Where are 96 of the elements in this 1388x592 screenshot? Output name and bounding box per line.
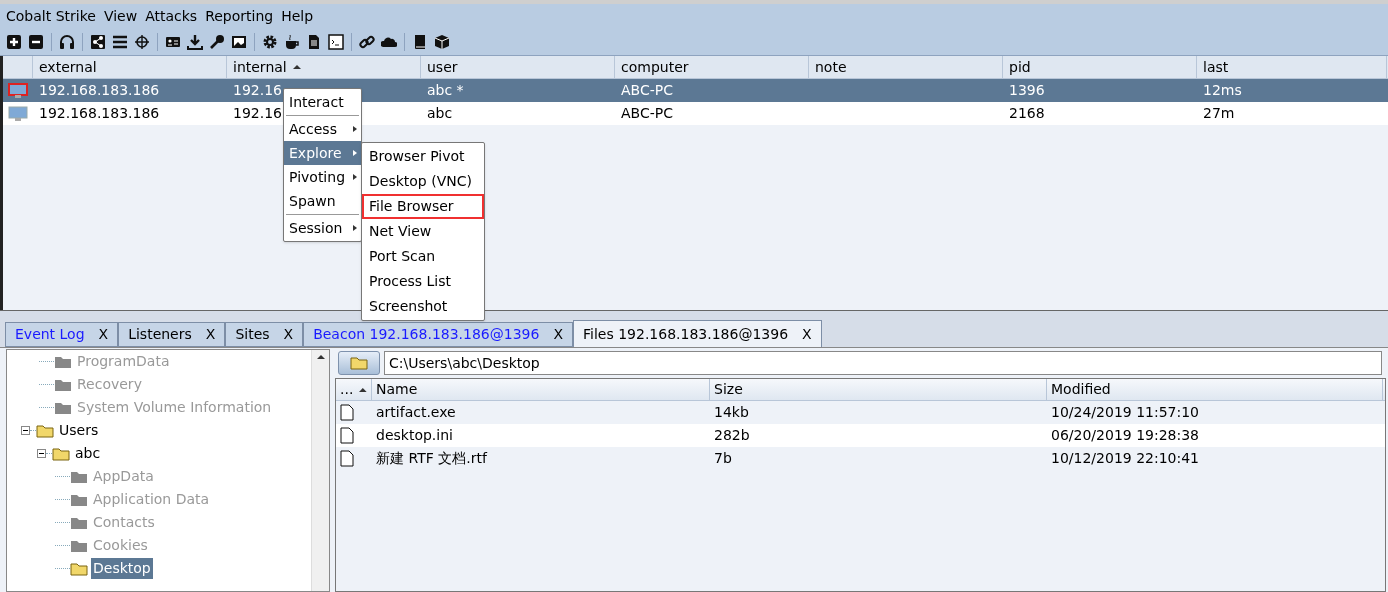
menu-item[interactable]: Spawn — [284, 189, 361, 213]
file-icon — [340, 404, 354, 421]
table-cell: abc * — [427, 82, 464, 98]
column-header[interactable]: user — [421, 56, 615, 78]
column-header[interactable]: Size — [710, 379, 1047, 400]
table-cell: 14kb — [714, 404, 749, 420]
link-icon[interactable] — [359, 33, 375, 50]
table-cell: 2168 — [1009, 105, 1045, 121]
table-cell: 27m — [1203, 105, 1235, 121]
tab-label: Event Log — [15, 325, 85, 344]
scroll-up-icon[interactable] — [315, 354, 326, 360]
menu-item[interactable]: Browser Pivot — [362, 144, 484, 169]
terminal-icon[interactable] — [328, 33, 344, 50]
close-button[interactable]: X — [98, 324, 109, 345]
tab[interactable]: Beacon 192.168.183.186@1396 X — [303, 322, 573, 347]
table-cell: abc — [427, 105, 453, 121]
scrollbar[interactable] — [311, 350, 329, 591]
path-field[interactable]: C:\Users\abc\Desktop — [384, 351, 1382, 375]
menu-item[interactable]: Reporting — [201, 5, 278, 27]
tab-label: Sites — [235, 325, 270, 344]
menu-item[interactable]: Help — [277, 5, 318, 27]
column-header[interactable]: internal — [227, 56, 421, 78]
table-cell: desktop.ini — [376, 427, 453, 443]
plus-icon[interactable] — [6, 33, 22, 50]
folder-item[interactable]: Users — [57, 420, 101, 441]
table-cell: 192.16 — [233, 105, 282, 121]
key-icon[interactable] — [209, 33, 225, 50]
tab[interactable]: Files 192.168.183.186@1396 X — [573, 320, 822, 347]
collapse-icon[interactable] — [37, 449, 46, 458]
table-cell: 06/20/2019 19:28:38 — [1051, 427, 1200, 443]
column-header[interactable]: Name — [372, 379, 710, 400]
minus-icon[interactable] — [28, 33, 44, 50]
table-cell: 10/24/2019 11:57:10 — [1051, 404, 1200, 420]
column-header[interactable]: external — [33, 56, 227, 78]
column-header[interactable]: Modified — [1047, 379, 1383, 400]
menu-item[interactable]: Explore — [284, 141, 361, 165]
column-header[interactable]: last — [1197, 56, 1387, 78]
gear-icon[interactable] — [262, 33, 278, 50]
network-icon[interactable] — [90, 33, 106, 50]
table-cell: 192.16 — [233, 82, 282, 98]
sort-ascending-icon — [359, 386, 367, 393]
menu-item[interactable]: Session — [284, 216, 361, 240]
folder-item[interactable]: Desktop — [91, 558, 153, 579]
book-icon[interactable] — [412, 33, 428, 50]
folder-button[interactable] — [338, 351, 380, 375]
column-header[interactable]: note — [809, 56, 1003, 78]
menu-item[interactable]: Process List — [362, 269, 484, 294]
folder-item[interactable]: abc — [73, 443, 103, 464]
tab[interactable]: Sites X — [225, 322, 304, 347]
table-cell: 1396 — [1009, 82, 1045, 98]
headphones-icon[interactable] — [59, 33, 75, 50]
table-cell: 192.168.183.186 — [39, 105, 160, 121]
list-icon[interactable] — [112, 33, 128, 50]
column-header[interactable]: ... — [336, 379, 372, 400]
table-cell: ABC-PC — [621, 105, 673, 121]
cube-icon[interactable] — [434, 33, 450, 50]
menu-item[interactable]: Attacks — [141, 5, 202, 27]
download-icon[interactable] — [187, 33, 203, 50]
menu-item[interactable]: Port Scan — [362, 244, 484, 269]
computer-icon — [8, 83, 28, 98]
tab-label: Listeners — [128, 325, 192, 344]
table-cell: 10/12/2019 22:10:41 — [1051, 450, 1200, 466]
file-row[interactable]: desktop.ini 282b 06/20/2019 19:28:38 — [336, 424, 1385, 447]
menu-item[interactable]: Cobalt Strike — [2, 5, 100, 27]
table-cell: 新建 RTF 文档.rtf — [376, 450, 487, 466]
table-cell: artifact.exe — [376, 404, 456, 420]
tab[interactable]: Event Log X — [5, 322, 119, 347]
menu-item[interactable]: View — [99, 5, 142, 27]
table-cell: 192.168.183.186 — [39, 82, 160, 98]
table-cell: 282b — [714, 427, 750, 443]
document-icon[interactable] — [306, 33, 322, 50]
cup-icon[interactable] — [284, 33, 300, 50]
close-button[interactable]: X — [553, 324, 563, 345]
tab-label: Files 192.168.183.186@1396 — [583, 324, 789, 344]
table-cell: 12ms — [1203, 82, 1242, 98]
crosshair-icon[interactable] — [134, 33, 150, 50]
close-button[interactable]: X — [283, 324, 294, 345]
menu-item[interactable]: Pivoting — [284, 165, 361, 189]
menu-item[interactable]: Net View — [362, 219, 484, 244]
file-icon — [340, 427, 354, 444]
menu-item[interactable]: File Browser — [362, 194, 484, 219]
close-button[interactable]: X — [205, 324, 216, 345]
close-button[interactable]: X — [802, 323, 812, 345]
column-header[interactable]: pid — [1003, 56, 1197, 78]
menu-item[interactable]: Desktop (VNC) — [362, 169, 484, 194]
file-icon — [340, 450, 354, 467]
column-header[interactable]: computer — [615, 56, 809, 78]
collapse-icon[interactable] — [21, 426, 30, 435]
table-cell: ABC-PC — [621, 82, 673, 98]
folder-icon — [350, 356, 368, 370]
tab[interactable]: Listeners X — [118, 322, 226, 347]
menu-item[interactable]: Screenshot — [362, 294, 484, 319]
computer-icon — [8, 106, 28, 121]
table-cell: 7b — [714, 450, 732, 466]
tab-label: Beacon 192.168.183.186@1396 — [313, 325, 540, 344]
image-icon[interactable] — [231, 33, 247, 50]
